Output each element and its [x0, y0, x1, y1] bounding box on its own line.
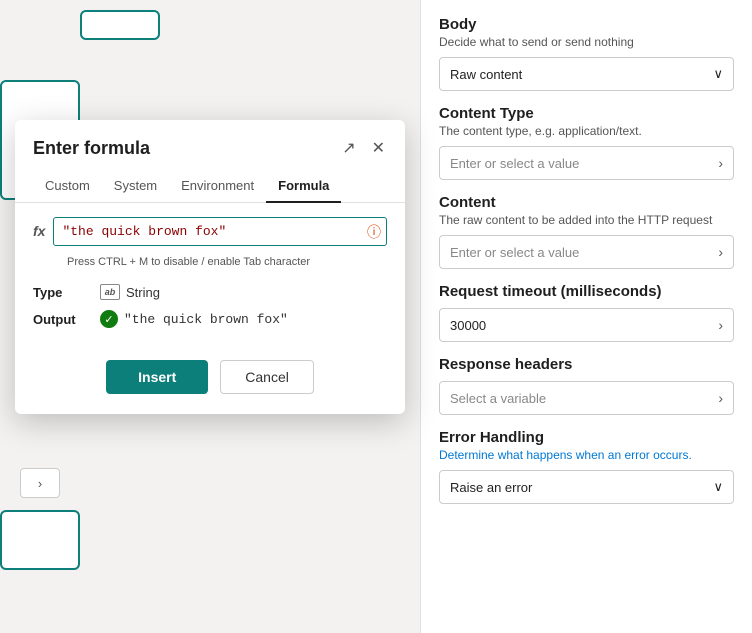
type-label: Type: [33, 285, 88, 300]
right-panel: Body Decide what to send or send nothing…: [420, 0, 752, 633]
chevron-right-icon-2: ›: [718, 244, 723, 260]
timeout-value: 30000: [450, 318, 486, 333]
content-type-placeholder: Enter or select a value: [450, 156, 579, 171]
chevron-right-icon-3: ›: [718, 317, 723, 333]
arrow-right-btn[interactable]: ›: [20, 468, 60, 498]
content-title: Content: [439, 194, 734, 211]
content-type-section: Content Type The content type, e.g. appl…: [439, 105, 734, 180]
error-handling-value: Raise an error: [450, 480, 532, 495]
bg-node-bottom: ›: [0, 510, 80, 570]
enter-formula-modal: Enter formula ↗ ✕ Custom System Environm…: [15, 120, 405, 414]
content-type-title: Content Type: [439, 105, 734, 122]
modal-title: Enter formula: [33, 138, 150, 159]
chevron-right-icon: ›: [718, 155, 723, 171]
content-type-input[interactable]: Enter or select a value ›: [439, 146, 734, 180]
output-text: "the quick brown fox": [124, 312, 288, 327]
expand-icon: ↗: [342, 138, 355, 158]
response-headers-section: Response headers Select a variable ›: [439, 356, 734, 415]
info-icon: ⓘ: [367, 222, 381, 242]
chevron-down-icon-2: ∨: [713, 479, 723, 495]
tab-custom[interactable]: Custom: [33, 170, 102, 203]
body-dropdown[interactable]: Raw content ∨: [439, 57, 734, 91]
bg-node-top: [80, 10, 160, 40]
tab-environment[interactable]: Environment: [169, 170, 266, 203]
tab-formula[interactable]: Formula: [266, 170, 341, 203]
output-label: Output: [33, 312, 88, 327]
formula-hint: Press CTRL + M to disable / enable Tab c…: [15, 252, 405, 268]
output-value: ✓ "the quick brown fox": [100, 310, 288, 328]
string-type-icon: ab: [100, 284, 120, 300]
fx-label: fx: [33, 217, 45, 239]
modal-footer: Insert Cancel: [15, 346, 405, 394]
insert-button[interactable]: Insert: [106, 360, 208, 394]
body-dropdown-value: Raw content: [450, 67, 522, 82]
content-placeholder: Enter or select a value: [450, 245, 579, 260]
check-icon: ✓: [100, 310, 118, 328]
type-row: Type ab String: [33, 284, 387, 300]
formula-tabs: Custom System Environment Formula: [15, 170, 405, 203]
content-section: Content The raw content to be added into…: [439, 194, 734, 269]
error-handling-section: Error Handling Determine what happens wh…: [439, 429, 734, 504]
arrow-right-icon: ›: [38, 476, 42, 491]
formula-input-wrap: ⓘ: [53, 217, 387, 246]
content-subtitle: The raw content to be added into the HTT…: [439, 213, 734, 227]
timeout-input[interactable]: 30000 ›: [439, 308, 734, 342]
tab-system[interactable]: System: [102, 170, 169, 203]
left-panel: ⋮ › Enter formula ↗ ✕ Custom: [0, 0, 420, 633]
type-value: ab String: [100, 284, 160, 300]
formula-area: fx ⓘ: [15, 203, 405, 252]
modal-header-icons: ↗ ✕: [340, 136, 387, 160]
content-type-subtitle: The content type, e.g. application/text.: [439, 124, 734, 138]
expand-button[interactable]: ↗: [340, 136, 357, 160]
body-subtitle: Decide what to send or send nothing: [439, 35, 734, 49]
close-button[interactable]: ✕: [370, 136, 387, 160]
response-headers-title: Response headers: [439, 356, 734, 373]
timeout-title: Request timeout (milliseconds): [439, 283, 734, 300]
error-handling-dropdown[interactable]: Raise an error ∨: [439, 470, 734, 504]
formula-input[interactable]: [53, 217, 387, 246]
modal-header: Enter formula ↗ ✕: [15, 120, 405, 170]
formula-meta: Type ab String Output ✓ "the quick brown…: [15, 268, 405, 346]
cancel-button[interactable]: Cancel: [220, 360, 314, 394]
response-headers-placeholder: Select a variable: [450, 391, 546, 406]
chevron-right-icon-4: ›: [718, 390, 723, 406]
body-title: Body: [439, 16, 734, 33]
chevron-down-icon: ∨: [713, 66, 723, 82]
content-input[interactable]: Enter or select a value ›: [439, 235, 734, 269]
type-text: String: [126, 285, 160, 300]
timeout-section: Request timeout (milliseconds) 30000 ›: [439, 283, 734, 342]
response-headers-dropdown[interactable]: Select a variable ›: [439, 381, 734, 415]
close-icon: ✕: [372, 138, 385, 158]
error-handling-title: Error Handling: [439, 429, 734, 446]
error-handling-subtitle: Determine what happens when an error occ…: [439, 448, 734, 462]
output-row: Output ✓ "the quick brown fox": [33, 310, 387, 328]
body-section: Body Decide what to send or send nothing…: [439, 16, 734, 91]
